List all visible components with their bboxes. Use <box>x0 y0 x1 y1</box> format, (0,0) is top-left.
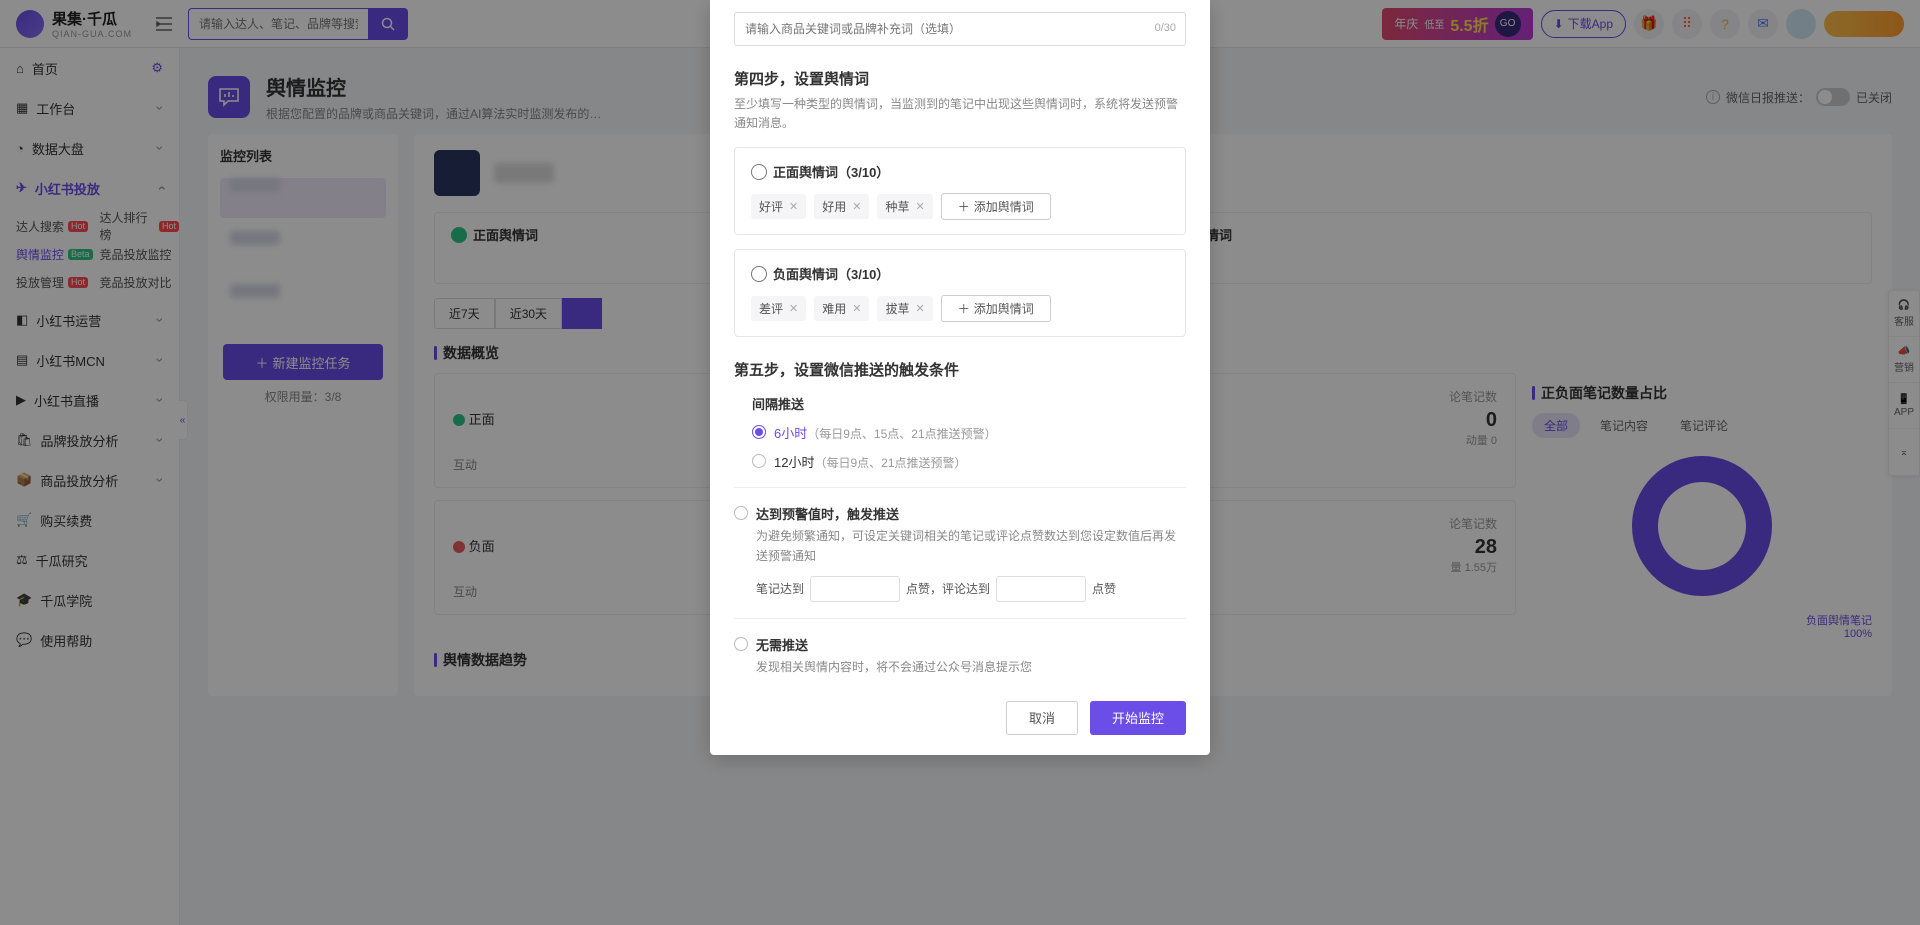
radio-6h[interactable]: 6小时（每日9点、15点、21点推送预警） <box>752 423 1186 442</box>
tag: 好用✕ <box>814 194 869 219</box>
cancel-button[interactable]: 取消 <box>1006 701 1078 735</box>
radio-icon <box>752 425 766 439</box>
step4-sub: 至少填写一种类型的舆情词，当监测到的笔记中出现这些舆情词时，系统将发送预警通知消… <box>734 95 1186 133</box>
comment-threshold-input[interactable] <box>996 576 1086 602</box>
tag: 差评✕ <box>751 296 806 321</box>
radio-icon <box>752 454 766 468</box>
add-negative-tag-button[interactable]: ＋添加舆情词 <box>941 295 1051 322</box>
step4-title: 第四步，设置舆情词 <box>734 68 1186 89</box>
add-positive-tag-button[interactable]: ＋添加舆情词 <box>941 193 1051 220</box>
tag: 好评✕ <box>751 194 806 219</box>
negative-tags: 差评✕ 难用✕ 拔草✕ ＋添加舆情词 <box>751 295 1169 322</box>
radio-icon <box>734 637 748 651</box>
radio-12h[interactable]: 12小时（每日9点、21点推送预警） <box>752 452 1186 471</box>
create-monitor-modal: 0/30 第四步，设置舆情词 至少填写一种类型的舆情词，当监测到的笔记中出现这些… <box>710 0 1210 755</box>
sad-icon <box>751 266 767 282</box>
negative-word-card: 负面舆情词（3/10） 差评✕ 难用✕ 拔草✕ ＋添加舆情词 <box>734 249 1186 337</box>
interval-push-section: 间隔推送 6小时（每日9点、15点、21点推送预警） 12小时（每日9点、21点… <box>734 394 1186 471</box>
remove-tag-icon[interactable]: ✕ <box>852 302 861 315</box>
plus-icon: ＋ <box>958 300 970 317</box>
remove-tag-icon[interactable]: ✕ <box>789 200 798 213</box>
keyword-input[interactable] <box>734 12 1186 46</box>
tag: 种草✕ <box>877 194 932 219</box>
radio-icon <box>734 506 748 520</box>
radio-no-push[interactable]: 无需推送 发现相关舆情内容时，将不会通过公众号消息提示您 <box>734 635 1186 677</box>
radio-threshold[interactable]: 达到预警值时，触发推送 为避免频繁通知，可设定关键词相关的笔记或评论点赞数达到您… <box>734 504 1186 601</box>
remove-tag-icon[interactable]: ✕ <box>915 302 924 315</box>
tag: 拔草✕ <box>877 296 932 321</box>
step5-title: 第五步，设置微信推送的触发条件 <box>734 359 1186 380</box>
note-threshold-input[interactable] <box>810 576 900 602</box>
start-monitor-button[interactable]: 开始监控 <box>1090 701 1186 735</box>
smile-icon <box>751 164 767 180</box>
keyword-counter: 0/30 <box>1155 22 1176 34</box>
tag: 难用✕ <box>814 296 869 321</box>
positive-word-card: 正面舆情词（3/10） 好评✕ 好用✕ 种草✕ ＋添加舆情词 <box>734 147 1186 235</box>
remove-tag-icon[interactable]: ✕ <box>915 200 924 213</box>
remove-tag-icon[interactable]: ✕ <box>789 302 798 315</box>
plus-icon: ＋ <box>958 198 970 215</box>
remove-tag-icon[interactable]: ✕ <box>852 200 861 213</box>
positive-tags: 好评✕ 好用✕ 种草✕ ＋添加舆情词 <box>751 193 1169 220</box>
